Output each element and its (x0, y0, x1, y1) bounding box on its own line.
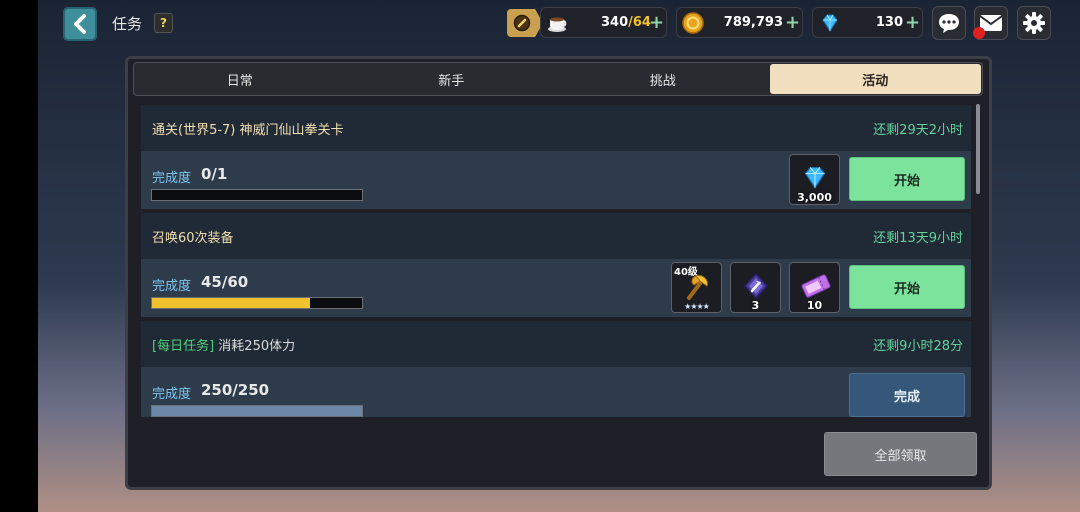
tab-daily[interactable]: 日常 (134, 63, 346, 95)
progress-bar (151, 189, 363, 201)
quest-time-remaining: 还剩13天9小时 (873, 231, 963, 246)
gear-icon (1023, 12, 1045, 34)
add-gems-button[interactable]: + (905, 12, 920, 33)
coffee-cup-icon (548, 17, 567, 32)
quest-header: [每日任务] 消耗250体力 还剩9小时28分 (141, 321, 971, 367)
progress-value: 0/1 (201, 165, 228, 183)
quest-title: [每日任务] 消耗250体力 (152, 335, 295, 354)
gold-coin-icon (682, 12, 704, 34)
back-button[interactable] (63, 7, 97, 41)
gem-counter: 130 + (812, 7, 923, 38)
start-button[interactable]: 开始 (849, 265, 965, 309)
golden-axe-icon (687, 275, 708, 300)
start-button[interactable]: 开始 (849, 157, 965, 201)
claim-all-button[interactable]: 全部领取 (824, 432, 977, 476)
page-title: 任务 (112, 15, 143, 33)
progress-fill (152, 406, 362, 416)
chat-button[interactable] (932, 6, 966, 40)
gem-value: 130 (875, 15, 903, 30)
tab-event[interactable]: 活动 (769, 64, 981, 94)
gem-icon (822, 14, 838, 32)
quest-item: 召唤60次装备 还剩13天9小时 完成度 45/60 40级 ★★★★ 3 10… (141, 213, 971, 317)
quest-body: 完成度 0/1 3,000 开始 (141, 151, 971, 209)
add-gold-button[interactable]: + (785, 12, 800, 33)
stamina-current: 340 (601, 15, 629, 30)
progress-label: 完成度 (152, 171, 192, 186)
reward-slot[interactable]: 3 (730, 262, 781, 313)
screen-edge (0, 0, 38, 512)
reward-count: 3,000 (797, 191, 832, 204)
add-stamina-button[interactable]: + (649, 12, 664, 33)
stamina-counter: 340/64 + (540, 7, 667, 38)
quest-title-text: 消耗250体力 (218, 339, 296, 354)
quest-header: 召唤60次装备 还剩13天9小时 (141, 213, 971, 259)
chat-bubble-icon (939, 14, 959, 33)
tab-bar: 日常 新手 挑战 活动 (133, 62, 983, 96)
quest-body: 完成度 45/60 40级 ★★★★ 3 10 开始 (141, 259, 971, 317)
quest-body: 完成度 250/250 完成 (141, 367, 971, 417)
compass-tag[interactable] (507, 9, 543, 37)
progress-value: 45/60 (201, 273, 249, 291)
chevron-left-icon (74, 14, 86, 34)
mail-notification-dot (973, 27, 985, 39)
gold-counter: 789,793 + (676, 7, 803, 38)
reward-stars: ★★★★ (684, 302, 710, 311)
quest-title: 通关(世界5-7) 神威门仙山拳关卡 (152, 123, 344, 138)
tab-beginner[interactable]: 新手 (346, 63, 558, 95)
crystal-hammer-icon (743, 272, 769, 300)
reward-count: 3 (751, 299, 760, 312)
help-button[interactable]: ? (154, 13, 173, 33)
daily-quest-tag: [每日任务] (152, 339, 215, 354)
reward-count: 10 (806, 299, 823, 312)
gem-icon (804, 166, 826, 189)
tab-challenge[interactable]: 挑战 (557, 63, 769, 95)
ticket-icon (801, 274, 831, 298)
progress-label: 完成度 (152, 279, 192, 294)
progress-bar (151, 405, 363, 417)
compass-icon (513, 14, 531, 32)
settings-button[interactable] (1017, 6, 1051, 40)
gold-value: 789,793 (723, 15, 783, 30)
progress-value: 250/250 (201, 381, 270, 399)
quest-time-remaining: 还剩29天2小时 (873, 123, 963, 138)
quest-list[interactable]: 通关(世界5-7) 神威门仙山拳关卡 还剩29天2小时 完成度 0/1 3,00… (139, 102, 975, 417)
progress-fill (152, 298, 310, 308)
quest-header: 通关(世界5-7) 神威门仙山拳关卡 还剩29天2小时 (141, 105, 971, 151)
stamina-max: /64 (628, 15, 651, 30)
quest-item: [每日任务] 消耗250体力 还剩9小时28分 完成度 250/250 完成 (141, 321, 971, 417)
progress-label: 完成度 (152, 387, 192, 402)
scrollbar[interactable] (976, 104, 980, 194)
progress-bar (151, 297, 363, 309)
reward-slot[interactable]: 3,000 (789, 154, 840, 205)
reward-slot[interactable]: 40级 ★★★★ (671, 262, 722, 313)
complete-button[interactable]: 完成 (849, 373, 965, 417)
quest-time-remaining: 还剩9小时28分 (873, 339, 963, 354)
quest-title: 召唤60次装备 (152, 231, 234, 246)
reward-slot[interactable]: 10 (789, 262, 840, 313)
quest-item: 通关(世界5-7) 神威门仙山拳关卡 还剩29天2小时 完成度 0/1 3,00… (141, 105, 971, 209)
